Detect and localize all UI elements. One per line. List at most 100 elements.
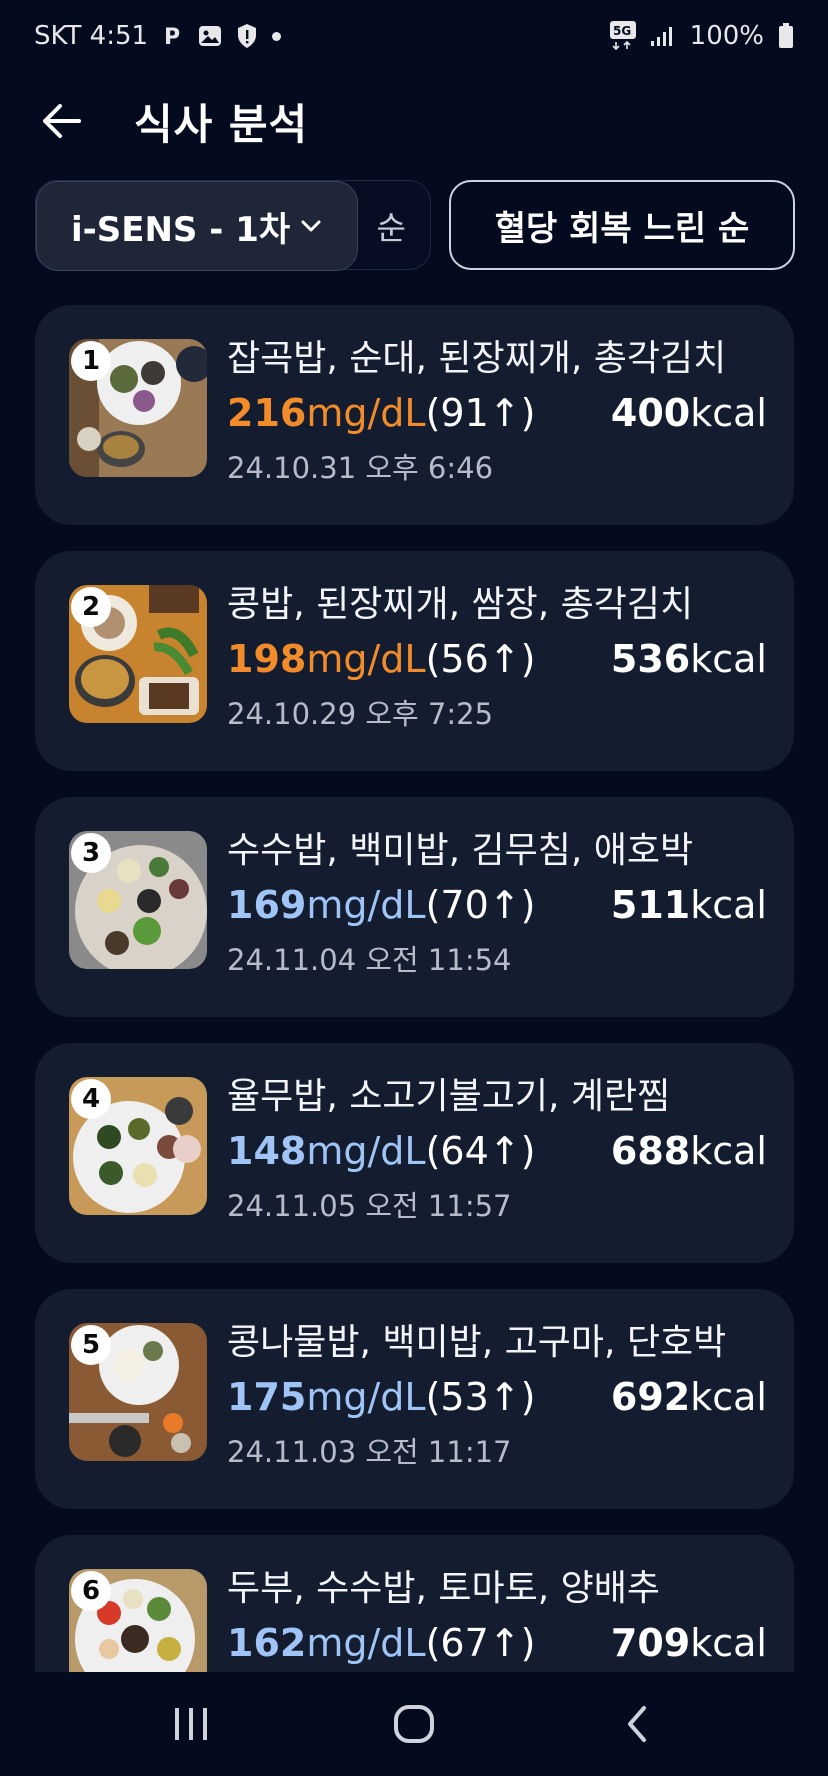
hidden-sort-suffix: 순 [376,209,406,247]
glucose-reading: 162mg/dL(67↑) [227,1621,535,1665]
meal-stats: 169mg/dL(70↑) 511kcal [227,883,767,933]
meal-datetime: 24.11.05 오전 11:57 [227,1189,512,1223]
sort-button[interactable]: 혈당 회복 느린 순 [449,180,795,270]
calories-unit: kcal [690,637,767,681]
glucose-delta: (91↑) [425,391,536,435]
meal-name: 콩밥, 된장찌개, 쌈장, 총각김치 [227,584,694,625]
calories: 400kcal [611,391,767,435]
status-left: SKT 4:51 P [34,21,282,51]
meal-info: 율무밥, 소고기불고기, 계란찜 148mg/dL(64↑) 688kcal 2… [227,1073,767,1225]
calories: 688kcal [611,1129,767,1173]
carrier-time: SKT 4:51 [34,21,149,51]
glucose-value: 148 [227,1129,307,1173]
calories-value: 688 [610,1129,691,1173]
svg-text:5G: 5G [613,24,631,38]
meal-list[interactable]: 1 잡곡밥, 순대, 된장찌개, 총각김치 216mg/dL(91↑) 400k… [0,305,828,1672]
rank-badge: 6 [71,1571,111,1611]
rank-badge: 5 [71,1325,111,1365]
glucose-value: 216 [227,391,307,435]
calories: 709kcal [611,1621,767,1665]
meal-name: 콩나물밥, 백미밥, 고구마, 단호박 [227,1322,727,1363]
recent-apps-icon [175,1708,208,1740]
meal-name: 율무밥, 소고기불고기, 계란찜 [227,1076,671,1117]
glucose-delta: (64↑) [425,1129,536,1173]
back-button[interactable] [40,99,84,143]
meal-datetime: 24.10.29 오후 7:25 [227,697,494,731]
system-back-button[interactable] [597,1694,677,1754]
calories-unit: kcal [690,391,767,435]
device-select-label: i-SENS - 1차 [71,209,291,250]
glucose-delta: (70↑) [425,883,536,927]
svg-text:P: P [164,25,180,48]
glucose-reading: 148mg/dL(64↑) [227,1129,535,1173]
parking-icon: P [162,24,184,48]
battery-percent: 100% [689,21,764,51]
glucose-reading: 169mg/dL(70↑) [227,883,535,927]
meal-card[interactable]: 4 율무밥, 소고기불고기, 계란찜 148mg/dL(64↑) 688kcal… [35,1043,794,1263]
network-5g-icon: 5G [609,21,636,51]
glucose-unit: mg/dL [306,1621,426,1665]
filter-row: 순 i-SENS - 1차 혈당 회복 느린 순 [35,180,795,271]
calories-value: 709 [610,1621,691,1665]
meal-card[interactable]: 5 콩나물밥, 백미밥, 고구마, 단호박 175mg/dL(53↑) 692k… [35,1289,794,1509]
glucose-value: 198 [227,637,307,681]
glucose-unit: mg/dL [306,637,426,681]
calories-unit: kcal [690,883,767,927]
meal-name: 수수밥, 백미밥, 김무침, 애호박 [227,830,694,871]
meal-info: 수수밥, 백미밥, 김무침, 애호박 169mg/dL(70↑) 511kcal… [227,827,767,979]
arrow-left-icon [43,104,81,138]
battery-icon [778,23,794,49]
meal-card[interactable]: 6 두부, 수수밥, 토마토, 양배추 162mg/dL(67↑) 709kca… [35,1535,794,1672]
meal-datetime: 24.11.04 오전 11:54 [227,943,512,977]
calories-unit: kcal [690,1129,767,1173]
rank-badge: 1 [71,341,111,381]
rank-badge: 4 [71,1079,111,1119]
status-right: 5G 100% [609,21,794,51]
filter-pill-group: 순 i-SENS - 1차 [35,180,431,271]
glucose-delta: (53↑) [425,1375,536,1419]
glucose-value: 162 [227,1621,307,1665]
recent-apps-button[interactable] [151,1694,231,1754]
meal-stats: 175mg/dL(53↑) 692kcal [227,1375,767,1425]
meal-card[interactable]: 3 수수밥, 백미밥, 김무침, 애호박 169mg/dL(70↑) 511kc… [35,797,794,1017]
calories-unit: kcal [690,1621,767,1665]
app-header: 식사 분석 [0,82,828,160]
meal-card[interactable]: 1 잡곡밥, 순대, 된장찌개, 총각김치 216mg/dL(91↑) 400k… [35,305,794,525]
meal-name: 잡곡밥, 순대, 된장찌개, 총각김치 [227,338,727,379]
meal-stats: 198mg/dL(56↑) 536kcal [227,637,767,687]
rank-badge: 3 [71,833,111,873]
glucose-unit: mg/dL [306,391,426,435]
glucose-unit: mg/dL [306,883,426,927]
calories-value: 692 [610,1375,691,1419]
glucose-reading: 216mg/dL(91↑) [227,391,535,435]
meal-name: 두부, 수수밥, 토마토, 양배추 [227,1568,660,1609]
glucose-unit: mg/dL [306,1375,426,1419]
notification-dot-icon [272,31,282,41]
system-nav-bar [0,1672,828,1776]
meal-info: 잡곡밥, 순대, 된장찌개, 총각김치 216mg/dL(91↑) 400kca… [227,335,767,487]
meal-stats: 216mg/dL(91↑) 400kcal [227,391,767,441]
calories-value: 511 [610,883,691,927]
chevron-down-icon [300,219,322,233]
page-title: 식사 분석 [134,99,309,149]
meal-stats: 162mg/dL(67↑) 709kcal [227,1621,767,1671]
meal-info: 두부, 수수밥, 토마토, 양배추 162mg/dL(67↑) 709kcal [227,1565,767,1671]
meal-card[interactable]: 2 콩밥, 된장찌개, 쌈장, 총각김치 198mg/dL(56↑) 536kc… [35,551,794,771]
meal-stats: 148mg/dL(64↑) 688kcal [227,1129,767,1179]
gallery-icon [198,25,222,47]
glucose-value: 175 [227,1375,307,1419]
glucose-delta: (67↑) [425,1621,536,1665]
device-select[interactable]: i-SENS - 1차 [36,181,358,271]
home-icon [393,1705,434,1743]
calories-value: 536 [610,637,691,681]
signal-icon [650,25,676,47]
meal-datetime: 24.10.31 오후 6:46 [227,451,494,485]
glucose-reading: 198mg/dL(56↑) [227,637,535,681]
rank-badge: 2 [71,587,111,627]
calories-value: 400 [610,391,691,435]
calories: 536kcal [611,637,767,681]
meal-info: 콩나물밥, 백미밥, 고구마, 단호박 175mg/dL(53↑) 692kca… [227,1319,767,1471]
shield-alert-icon [236,23,258,49]
home-button[interactable] [374,1694,454,1754]
glucose-value: 169 [227,883,307,927]
